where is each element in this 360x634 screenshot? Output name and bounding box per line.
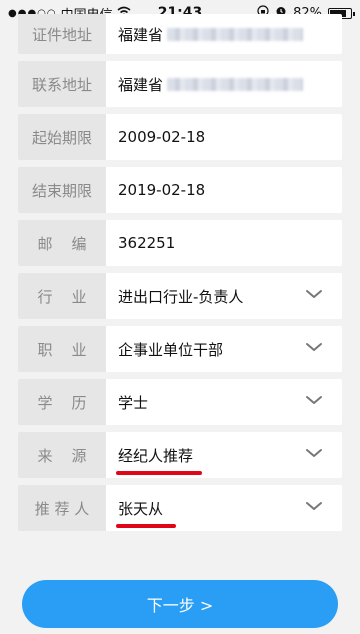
next-step-button[interactable]: 下一步 > — [22, 580, 338, 628]
row-label: 结束期限 — [18, 167, 106, 213]
row-label: 证件地址 — [18, 14, 106, 54]
education-select[interactable]: 学士 — [106, 379, 342, 425]
source-value: 经纪人推荐 — [118, 446, 194, 465]
start-date-value[interactable]: 2009-02-18 — [106, 114, 342, 160]
chevron-down-icon[interactable] — [304, 337, 324, 357]
row-postcode[interactable]: 邮 编 362251 — [18, 220, 342, 266]
end-date-value[interactable]: 2019-02-18 — [106, 167, 342, 213]
chevron-down-icon[interactable] — [304, 284, 324, 304]
industry-value: 进出口行业-负责人 — [118, 287, 244, 306]
referrer-select[interactable]: 张天从 — [106, 485, 342, 531]
redacted-text — [167, 27, 304, 41]
row-referrer[interactable]: 推 荐 人 张天从 — [18, 485, 342, 531]
row-label: 学 历 — [18, 379, 106, 425]
row-id-address[interactable]: 证件地址 福建省 — [18, 14, 342, 54]
chevron-down-icon[interactable] — [304, 496, 324, 516]
row-label: 起始期限 — [18, 114, 106, 160]
row-industry[interactable]: 行 业 进出口行业-负责人 — [18, 273, 342, 319]
contact-address-value: 福建省 — [118, 75, 164, 94]
occupation-select[interactable]: 企事业单位干部 — [106, 326, 342, 372]
row-value[interactable]: 福建省 — [106, 61, 342, 107]
profile-form: 证件地址 福建省 联系地址 福建省 起始期限 2009-02-18 结束期限 2… — [18, 14, 342, 538]
highlight-underline — [116, 471, 202, 475]
row-label: 邮 编 — [18, 220, 106, 266]
occupation-value: 企事业单位干部 — [118, 340, 224, 359]
referrer-value: 张天从 — [118, 499, 164, 518]
row-education[interactable]: 学 历 学士 — [18, 379, 342, 425]
id-address-value: 福建省 — [118, 25, 164, 44]
row-label: 职 业 — [18, 326, 106, 372]
row-end-date[interactable]: 结束期限 2019-02-18 — [18, 167, 342, 213]
industry-select[interactable]: 进出口行业-负责人 — [106, 273, 342, 319]
row-occupation[interactable]: 职 业 企事业单位干部 — [18, 326, 342, 372]
source-select[interactable]: 经纪人推荐 — [106, 432, 342, 478]
row-start-date[interactable]: 起始期限 2009-02-18 — [18, 114, 342, 160]
row-label: 推 荐 人 — [18, 485, 106, 531]
row-label: 行 业 — [18, 273, 106, 319]
chevron-down-icon[interactable] — [304, 443, 324, 463]
education-value: 学士 — [118, 393, 149, 412]
row-contact-address[interactable]: 联系地址 福建省 — [18, 61, 342, 107]
row-label: 来 源 — [18, 432, 106, 478]
row-value[interactable]: 福建省 — [106, 14, 342, 54]
chevron-down-icon[interactable] — [304, 390, 324, 410]
redacted-text — [167, 77, 304, 91]
highlight-underline — [116, 524, 176, 528]
row-source[interactable]: 来 源 经纪人推荐 — [18, 432, 342, 478]
postcode-value[interactable]: 362251 — [106, 220, 342, 266]
row-label: 联系地址 — [18, 61, 106, 107]
